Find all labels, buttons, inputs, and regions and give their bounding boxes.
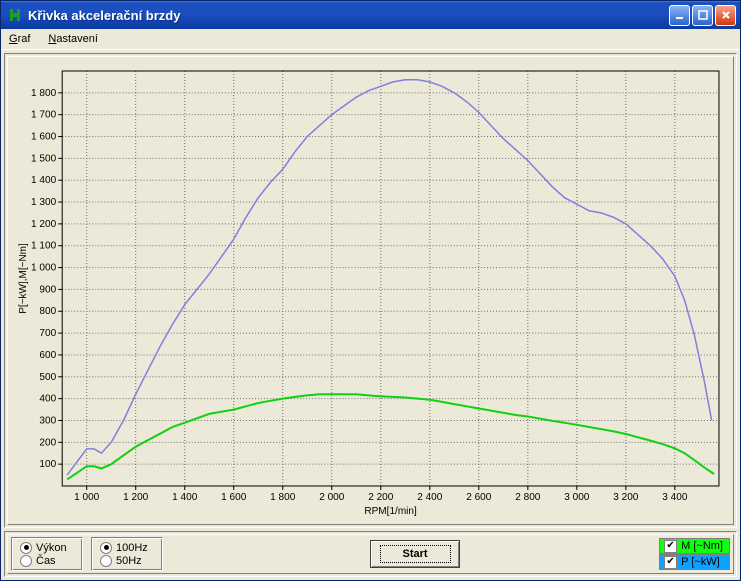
minimize-button[interactable]: [669, 5, 690, 26]
content: 100 200 300 400 500 600 700 800 900 1 000 1 100 1 2…: [1, 50, 740, 580]
svg-text:3 200: 3 200: [613, 492, 639, 503]
titlebar[interactable]: Křivka akcelerační brzdy: [1, 1, 740, 29]
radio-icon: [100, 542, 112, 554]
svg-text:900: 900: [39, 284, 56, 295]
radio-icon: [20, 542, 32, 554]
radio-label: 100Hz: [116, 542, 148, 554]
app-icon: [7, 7, 23, 23]
window-buttons: [669, 5, 736, 26]
legend-item-m[interactable]: ✔ M [~Nm]: [659, 538, 730, 554]
checkbox-icon[interactable]: ✔: [664, 556, 677, 569]
radio-label: Čas: [36, 555, 56, 567]
svg-text:1 300: 1 300: [31, 197, 57, 208]
svg-text:1 500: 1 500: [31, 153, 57, 164]
svg-text:RPM[1/min]: RPM[1/min]: [364, 506, 417, 517]
svg-text:2 600: 2 600: [466, 492, 492, 503]
radio-icon: [20, 555, 32, 567]
radio-cas[interactable]: Čas: [20, 555, 74, 567]
window: Křivka akcelerační brzdy Graf Nastavení …: [0, 0, 741, 581]
close-button[interactable]: [715, 5, 736, 26]
svg-text:100: 100: [39, 459, 56, 470]
start-button[interactable]: Start: [370, 540, 460, 568]
mode-group: Výkon Čas: [11, 537, 83, 571]
svg-text:1 000: 1 000: [31, 263, 57, 274]
svg-text:1 200: 1 200: [123, 492, 149, 503]
window-title: Křivka akcelerační brzdy: [28, 8, 669, 23]
svg-text:1 600: 1 600: [31, 132, 57, 143]
svg-text:600: 600: [39, 350, 56, 361]
bottom-panel: Výkon Čas 100Hz 50Hz: [4, 531, 737, 577]
svg-text:1 200: 1 200: [31, 219, 57, 230]
menu-nastaveni[interactable]: Nastavení: [44, 32, 102, 46]
radio-50hz[interactable]: 50Hz: [100, 555, 154, 567]
svg-text:2 200: 2 200: [368, 492, 394, 503]
svg-text:2 000: 2 000: [319, 492, 345, 503]
svg-text:1 400: 1 400: [172, 492, 198, 503]
radio-label: 50Hz: [116, 555, 142, 567]
svg-text:1 800: 1 800: [270, 492, 296, 503]
svg-text:200: 200: [39, 437, 56, 448]
chart: 100 200 300 400 500 600 700 800 900 1 000 1 100 1 2…: [14, 63, 727, 518]
svg-text:2 400: 2 400: [417, 492, 443, 503]
svg-text:400: 400: [39, 394, 56, 405]
legend-label: P [~kW]: [681, 556, 720, 568]
radio-label: Výkon: [36, 542, 67, 554]
freq-group: 100Hz 50Hz: [91, 537, 163, 571]
radio-icon: [100, 555, 112, 567]
svg-text:300: 300: [39, 415, 56, 426]
legend-item-p[interactable]: ✔ P [~kW]: [659, 554, 730, 570]
legend: ✔ M [~Nm] ✔ P [~kW]: [659, 537, 730, 571]
radio-vykon[interactable]: Výkon: [20, 542, 74, 554]
checkbox-icon[interactable]: ✔: [664, 540, 677, 553]
svg-text:2 800: 2 800: [515, 492, 541, 503]
svg-text:700: 700: [39, 328, 56, 339]
radio-100hz[interactable]: 100Hz: [100, 542, 154, 554]
menu-graf[interactable]: Graf: [5, 32, 34, 46]
svg-text:1 800: 1 800: [31, 88, 57, 99]
svg-text:500: 500: [39, 372, 56, 383]
chart-panel: 100 200 300 400 500 600 700 800 900 1 000 1 100 1 2…: [4, 53, 737, 528]
svg-text:1 600: 1 600: [221, 492, 247, 503]
svg-text:3 400: 3 400: [662, 492, 688, 503]
svg-text:800: 800: [39, 306, 56, 317]
maximize-button[interactable]: [692, 5, 713, 26]
svg-text:1 100: 1 100: [31, 241, 57, 252]
svg-text:1 400: 1 400: [31, 175, 57, 186]
svg-text:P[~kW],M[~Nm]: P[~kW],M[~Nm]: [18, 243, 29, 314]
svg-text:1 700: 1 700: [31, 110, 57, 121]
svg-text:1 000: 1 000: [74, 492, 100, 503]
svg-text:3 000: 3 000: [564, 492, 590, 503]
menubar: Graf Nastavení: [1, 29, 740, 50]
legend-label: M [~Nm]: [681, 540, 723, 552]
